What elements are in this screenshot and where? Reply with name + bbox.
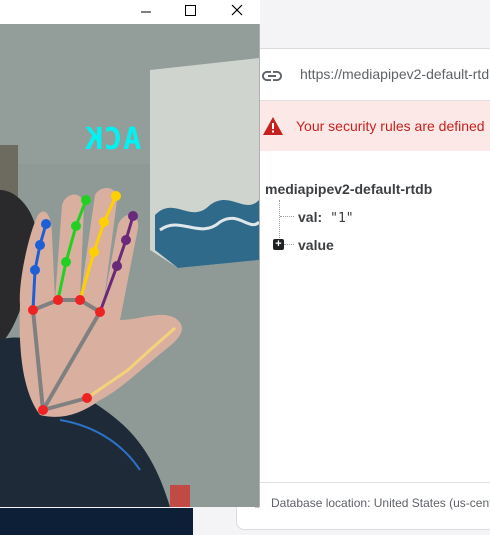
camera-frame (0, 24, 259, 507)
object-red (170, 485, 190, 507)
expand-icon[interactable]: + (273, 239, 284, 250)
minimize-button[interactable] (122, 0, 168, 24)
close-icon (231, 4, 243, 16)
security-alert-text[interactable]: Your security rules are defined (296, 118, 485, 134)
camera-feed: ACK (0, 24, 259, 507)
tree-node-val[interactable]: val: "1" (298, 209, 354, 226)
poster-wave (155, 200, 259, 268)
camera-window[interactable]: ACK (0, 0, 260, 507)
maximize-icon (185, 5, 196, 16)
close-button[interactable] (214, 0, 260, 24)
window-titlebar[interactable] (0, 0, 260, 24)
minimize-icon (141, 11, 151, 13)
link-icon[interactable] (260, 64, 284, 88)
maximize-button[interactable] (168, 0, 214, 24)
tree-root-node[interactable]: mediapipev2-default-rtdb (265, 181, 432, 197)
tree-node-value[interactable]: value (298, 237, 334, 253)
node-value[interactable]: "1" (330, 211, 353, 226)
warning-icon (263, 117, 283, 135)
database-location: Database location: United States (us-cen… (271, 496, 490, 510)
footer-divider (236, 482, 490, 483)
gesture-label: ACK (84, 122, 142, 157)
database-url[interactable]: https://mediapipev2-default-rtdb (300, 66, 490, 82)
tree-connector (280, 216, 294, 217)
taskbar-strip (0, 508, 193, 535)
node-key: val: (298, 209, 323, 225)
tree-connector (284, 244, 294, 245)
